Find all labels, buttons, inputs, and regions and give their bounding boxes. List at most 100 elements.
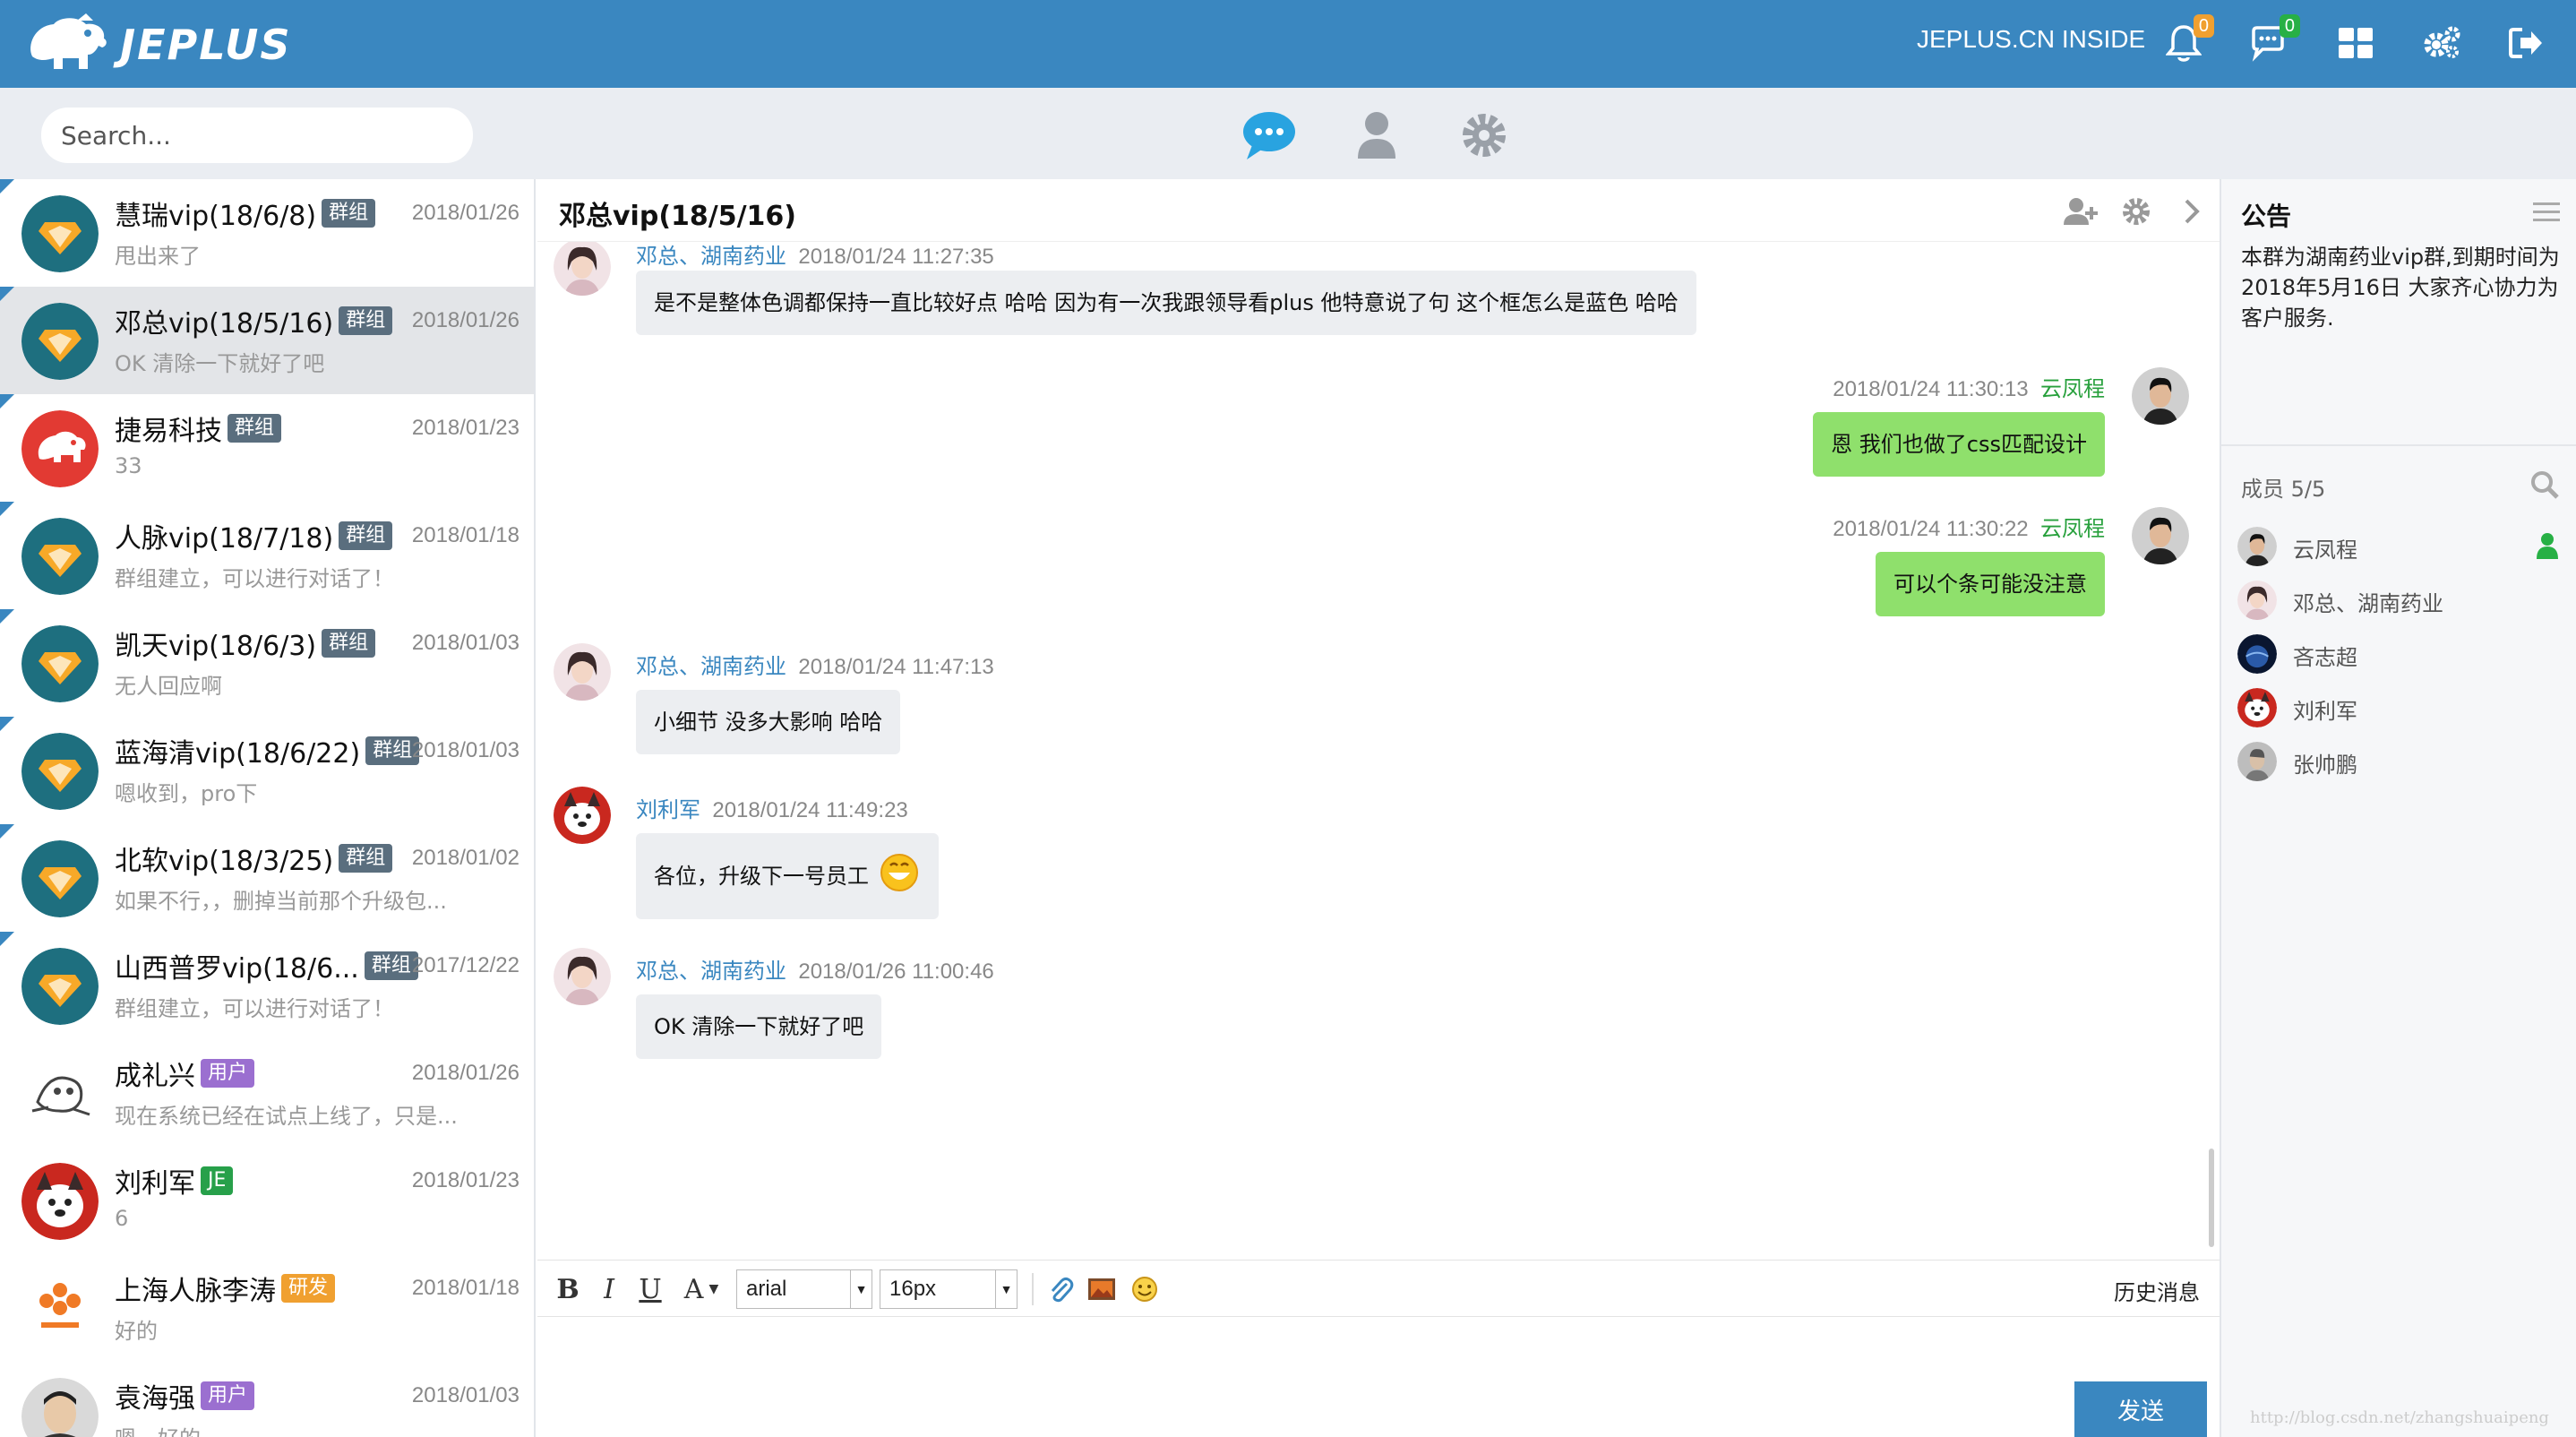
conversation-preview: 甩出来了 [115, 244, 201, 269]
conversation-item[interactable]: 刘利军 JE 2018/01/23 6 [0, 1147, 534, 1254]
conversation-item[interactable]: 成礼兴 用户 2018/01/26 现在系统已经在试点上线了，只是... [0, 1039, 534, 1147]
logout-icon [2509, 28, 2542, 58]
gears-icon [2424, 26, 2460, 58]
group-avatar [21, 195, 99, 272]
vip-diamond-icon [21, 303, 99, 380]
font-color-button[interactable]: A ▼ [679, 1271, 724, 1307]
conversation-item[interactable]: 上海人脉李涛 研发 2018/01/18 好的 [0, 1254, 534, 1362]
underline-button[interactable]: U [636, 1271, 665, 1307]
emoji-button[interactable] [1129, 1271, 1161, 1307]
member-name: 吝志超 [2293, 645, 2357, 670]
sender-name[interactable]: 邓总、湖南药业 [636, 959, 786, 984]
font-family-select[interactable]: arial ▼ [736, 1269, 872, 1309]
conversation-item[interactable]: 慧瑞vip(18/6/8) 群组 2018/01/26 甩出来了 [0, 179, 534, 287]
search-input[interactable] [41, 108, 473, 163]
unread-marker [0, 502, 14, 516]
bold-button[interactable]: B [554, 1271, 582, 1307]
conversation-item[interactable]: 山西普罗vip(18/6... 群组 2017/12/22 群组建立，可以进行对话… [0, 932, 534, 1039]
type-badge: JE [201, 1166, 234, 1195]
inside-label[interactable]: JEPLUS.CN INSIDE [1917, 25, 2145, 54]
conversation-date: 2018/01/18 [411, 523, 519, 547]
dropdown-arrow-icon: ▼ [850, 1270, 872, 1308]
sender-name[interactable]: 邓总、湖南药业 [636, 654, 786, 679]
vip-diamond-icon [21, 840, 99, 917]
conversation-item[interactable]: 蓝海清vip(18/6/22) 群组 2018/01/03 嗯收到，pro下 [0, 717, 534, 824]
sender-name[interactable]: 云凤程 [2040, 376, 2105, 401]
attach-file-button[interactable] [1044, 1271, 1077, 1307]
collapse-panel-button[interactable] [2173, 194, 2211, 229]
group-avatar [21, 840, 99, 917]
member-item[interactable]: 吝志超 [2237, 631, 2560, 675]
sender-avatar[interactable] [554, 242, 611, 296]
conversation-preview: 33 [115, 453, 142, 478]
conversation-item[interactable]: 人脉vip(18/7/18) 群组 2018/01/18 群组建立，可以进行对话了… [0, 502, 534, 609]
chat-tab[interactable] [1241, 108, 1297, 163]
menu-icon[interactable] [2533, 201, 2560, 224]
italic-button[interactable]: I [595, 1271, 623, 1307]
unread-marker [0, 394, 14, 409]
conversation-name: 凯天vip(18/6/3) 群组 [115, 624, 376, 663]
font-color-label: A [683, 1273, 704, 1305]
sender-avatar[interactable] [554, 643, 611, 701]
user-avatar [21, 1378, 99, 1437]
smiley-icon [1132, 1277, 1157, 1302]
conversation-item[interactable]: 北软vip(18/3/25) 群组 2018/01/02 如果不行，，删掉当前那个… [0, 824, 534, 932]
font-size-select[interactable]: 16px ▼ [880, 1269, 1018, 1309]
messages-button[interactable]: 0 [2246, 14, 2300, 66]
conversation-item[interactable]: 捷易科技 群组 2018/01/23 33 [0, 394, 534, 502]
woman-avatar-icon [554, 242, 611, 296]
conversation-item-active[interactable]: 邓总vip(18/5/16) 群组 2018/01/26 OK 清除一下就好了吧 [0, 287, 534, 394]
smiley-emoji-icon [880, 854, 918, 891]
message-scrollbar[interactable] [2209, 1149, 2214, 1247]
member-item[interactable]: 云凤程 [2237, 523, 2560, 568]
group-avatar [21, 733, 99, 810]
conversation-item[interactable]: 凯天vip(18/6/3) 群组 2018/01/03 无人回应啊 [0, 609, 534, 717]
my-avatar[interactable] [2132, 507, 2189, 564]
system-settings-button[interactable] [2418, 20, 2465, 66]
member-item[interactable]: 邓总、湖南药业 [2237, 577, 2560, 622]
history-messages-link[interactable]: 历史消息 [2114, 1275, 2200, 1306]
sender-name[interactable]: 云凤程 [2040, 516, 2105, 541]
apps-button[interactable] [2332, 20, 2379, 66]
conversation-list: 慧瑞vip(18/6/8) 群组 2018/01/26 甩出来了 邓总vip(18… [0, 179, 536, 1437]
insert-image-button[interactable] [1086, 1271, 1118, 1307]
conversation-date: 2018/01/03 [411, 738, 519, 762]
message-meta: 邓总、湖南药业 2018/01/26 11:00:46 [636, 953, 994, 985]
dog-avatar-icon [21, 1163, 99, 1240]
send-button[interactable]: 发送 [2074, 1381, 2207, 1437]
notification-button[interactable]: 0 [2160, 14, 2214, 66]
sender-avatar[interactable] [554, 948, 611, 1005]
conversation-item[interactable]: 袁海强用户 2018/01/03 嗯，好的 [0, 1362, 534, 1437]
member-item[interactable]: 张帅鹏 [2237, 738, 2560, 783]
type-badge: 群组 [339, 306, 393, 335]
conversation-date: 2018/01/23 [411, 416, 519, 440]
member-avatar [2237, 688, 2277, 727]
member-name: 刘利军 [2293, 699, 2357, 724]
user-avatar [21, 1163, 99, 1240]
message-time: 2018/01/24 11:49:23 [712, 798, 908, 822]
conversation-date: 2018/01/26 [411, 1061, 519, 1085]
app-logo[interactable]: JEPLUS [23, 11, 292, 79]
type-badge: 群组 [228, 414, 282, 443]
member-avatar [2237, 581, 2277, 620]
member-item[interactable]: 刘利军 [2237, 684, 2560, 729]
message-meta: 2018/01/24 11:30:13 云凤程 [1833, 371, 2105, 402]
conversation-name: 慧瑞vip(18/6/8) 群组 [115, 194, 376, 233]
add-member-button[interactable] [2062, 194, 2099, 229]
user-avatar [21, 1055, 99, 1132]
sender-name[interactable]: 刘利军 [636, 797, 700, 822]
settings-tab[interactable] [1456, 108, 1512, 163]
type-badge: 群组 [339, 521, 393, 550]
message-input[interactable] [537, 1317, 2220, 1437]
sketch-avatar-icon [21, 1055, 99, 1132]
my-avatar[interactable] [2132, 367, 2189, 425]
logout-button[interactable] [2503, 20, 2549, 66]
search-icon[interactable] [2529, 469, 2560, 500]
contacts-tab[interactable] [1349, 108, 1404, 163]
sender-avatar[interactable] [554, 787, 611, 844]
sender-name[interactable]: 邓总、湖南药业 [636, 244, 786, 269]
type-badge: 用户 [201, 1381, 255, 1410]
chat-settings-button[interactable] [2117, 194, 2155, 229]
elephant-avatar-icon [21, 410, 99, 487]
group-avatar [21, 948, 99, 1025]
